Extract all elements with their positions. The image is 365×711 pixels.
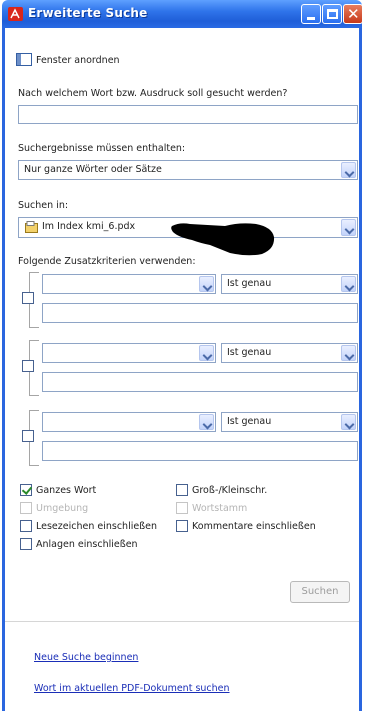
criteria-operator-select[interactable]: Ist genau [221,274,358,294]
criteria-operator-value: Ist genau [227,416,272,427]
criteria-checkbox[interactable] [22,292,34,304]
chevron-down-icon[interactable] [199,276,214,292]
criteria-operator-select[interactable]: Ist genau [221,343,358,363]
criteria-value-input[interactable] [42,303,358,323]
criteria-value-input[interactable] [42,372,358,392]
proximity-checkbox [20,502,32,514]
chevron-down-icon[interactable] [341,162,356,178]
criteria-operator-value: Ist genau [227,278,272,289]
search-current-document-link[interactable]: Wort im aktuellen PDF-Dokument suchen [34,683,230,694]
chevron-down-icon[interactable] [341,276,356,292]
close-button[interactable]: ✕ [343,4,363,24]
stemming-checkbox [176,502,188,514]
window-frame-left [2,28,5,711]
scope-label: Suchen in: [18,200,69,211]
chevron-down-icon[interactable] [341,219,356,236]
whole-word-checkbox[interactable] [20,484,32,496]
chevron-down-icon[interactable] [199,414,214,430]
comments-label: Kommentare einschließen [192,521,316,532]
attachments-checkbox[interactable] [20,538,32,550]
arrange-window-icon[interactable] [16,53,32,66]
index-icon [25,221,38,233]
window-frame-right [359,28,362,711]
criteria-checkbox[interactable] [22,360,34,372]
maximize-button[interactable] [322,4,342,24]
results-label: Suchergebnisse müssen enthalten: [18,143,186,154]
title-bar[interactable]: Erweiterte Suche ✕ [2,0,363,28]
acrobat-icon [8,7,23,21]
new-search-link[interactable]: Neue Suche beginnen [34,652,138,663]
criteria-value-input[interactable] [42,441,358,461]
close-icon: ✕ [347,5,360,23]
minimize-icon [307,17,315,20]
case-sensitive-checkbox[interactable] [176,484,188,496]
stemming-label: Wortstamm [192,503,248,514]
chevron-down-icon[interactable] [199,345,214,361]
chevron-down-icon[interactable] [341,414,356,430]
proximity-label: Umgebung [36,503,89,514]
whole-word-label: Ganzes Wort [36,485,97,496]
results-select[interactable]: Nur ganze Wörter oder Sätze [18,160,358,180]
criteria-field-select[interactable] [42,412,216,432]
search-input[interactable] [18,105,358,124]
criteria-field-select[interactable] [42,343,216,363]
criteria-operator-select[interactable]: Ist genau [221,412,358,432]
criteria-field-select[interactable] [42,274,216,294]
bookmarks-label: Lesezeichen einschließen [36,521,158,532]
chevron-down-icon[interactable] [341,345,356,361]
search-question-label: Nach welchem Wort bzw. Ausdruck soll ges… [18,88,288,99]
minimize-button[interactable] [301,4,321,24]
case-sensitive-label: Groß-/Kleinschr. [192,485,268,496]
attachments-label: Anlagen einschließen [36,539,138,550]
maximize-icon [327,9,338,19]
criteria-checkbox[interactable] [22,430,34,442]
divider [5,621,359,622]
arrange-window-label[interactable]: Fenster anordnen [36,55,120,66]
scope-select-value: Im Index kmi_6.pdx [42,221,136,232]
criteria-label: Folgende Zusatzkriterien verwenden: [18,256,196,267]
bookmarks-checkbox[interactable] [20,520,32,532]
pointing-hand-icon [171,223,275,256]
results-select-value: Nur ganze Wörter oder Sätze [24,164,162,175]
window-title: Erweiterte Suche [28,6,148,20]
search-button[interactable]: Suchen [290,581,350,603]
comments-checkbox[interactable] [176,520,188,532]
criteria-operator-value: Ist genau [227,347,272,358]
